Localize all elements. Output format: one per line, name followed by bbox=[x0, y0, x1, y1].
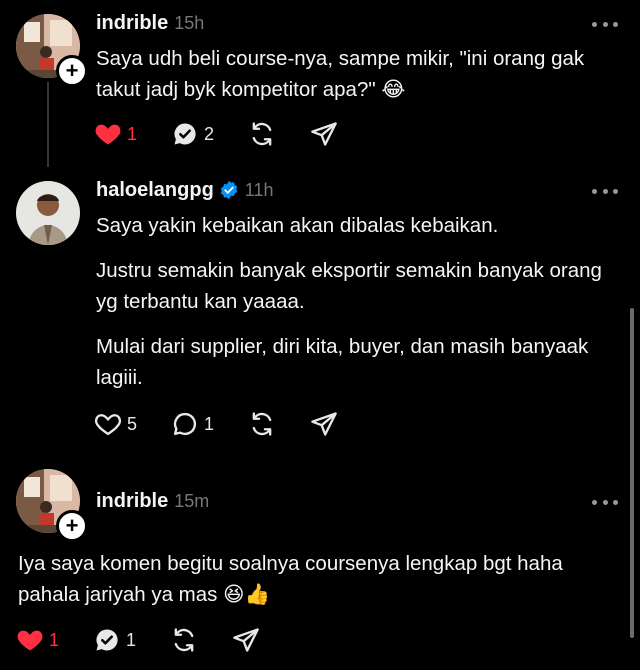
repost-icon bbox=[174, 628, 194, 652]
share-icon bbox=[311, 412, 337, 436]
username[interactable]: indrible bbox=[96, 12, 168, 35]
like-button[interactable]: 5 bbox=[94, 410, 137, 438]
action-bar: 5 1 bbox=[94, 409, 372, 439]
like-count: 1 bbox=[127, 123, 138, 144]
post-3: + indrible 15m Iya saya komen begitu soa… bbox=[0, 455, 640, 670]
username[interactable]: haloelangpg bbox=[96, 179, 214, 202]
share-button[interactable] bbox=[310, 120, 338, 148]
post-paragraph: Iya saya komen begitu soalnya coursenya … bbox=[18, 552, 563, 606]
share-button[interactable] bbox=[232, 626, 260, 654]
follow-plus-icon[interactable]: + bbox=[56, 55, 88, 87]
like-count: 1 bbox=[49, 629, 60, 650]
share-icon bbox=[233, 628, 259, 652]
verified-icon bbox=[219, 180, 239, 200]
like-count: 5 bbox=[127, 413, 138, 434]
reply-button[interactable]: 1 bbox=[93, 626, 136, 654]
post-header: haloelangpg 11h bbox=[96, 175, 274, 205]
repost-icon bbox=[252, 412, 272, 436]
repost-button[interactable] bbox=[248, 120, 276, 148]
post-text: Saya yakin kebaikan akan dibalas kebaika… bbox=[96, 210, 616, 393]
follow-plus-icon[interactable]: + bbox=[56, 510, 88, 542]
comment-icon bbox=[96, 629, 118, 651]
reply-count: 2 bbox=[204, 123, 215, 144]
like-button[interactable]: 1 bbox=[94, 120, 137, 148]
post-paragraph: Justru semakin banyak eksportir semakin … bbox=[96, 259, 602, 313]
post-2: haloelangpg 11h Saya yakin kebaikan akan… bbox=[0, 165, 640, 455]
reply-button[interactable]: 1 bbox=[171, 410, 214, 438]
timestamp: 15m bbox=[174, 490, 210, 511]
repost-button[interactable] bbox=[248, 410, 276, 438]
timestamp: 15h bbox=[174, 12, 205, 33]
heart-icon bbox=[95, 124, 121, 145]
comment-icon bbox=[173, 412, 197, 436]
reply-count: 1 bbox=[126, 629, 137, 650]
post-paragraph: Saya udh beli course-nya, sampe mikir, "… bbox=[96, 47, 585, 101]
more-icon[interactable] bbox=[592, 492, 618, 512]
heart-icon bbox=[17, 630, 43, 651]
more-icon[interactable] bbox=[592, 14, 618, 34]
timestamp: 11h bbox=[244, 179, 274, 200]
thread-line bbox=[47, 82, 49, 167]
post-text: Iya saya komen begitu soalnya coursenya … bbox=[18, 548, 628, 610]
comment-icon bbox=[174, 123, 196, 145]
heart-icon bbox=[94, 414, 122, 436]
reply-count: 1 bbox=[204, 413, 215, 434]
share-icon bbox=[311, 122, 337, 146]
avatar[interactable] bbox=[16, 181, 80, 245]
post-1: + indrible 15h Saya udh beli course-nya,… bbox=[0, 0, 640, 167]
post-paragraph: Mulai dari supplier, diri kita, buyer, d… bbox=[96, 335, 589, 389]
action-bar: 1 2 bbox=[94, 119, 372, 149]
like-button[interactable]: 1 bbox=[16, 626, 59, 654]
post-header: indrible 15h bbox=[96, 8, 204, 38]
username[interactable]: indrible bbox=[96, 490, 168, 513]
action-bar: 1 1 bbox=[16, 625, 294, 655]
reply-button[interactable]: 2 bbox=[171, 120, 214, 148]
post-header: indrible 15m bbox=[96, 486, 209, 516]
share-button[interactable] bbox=[310, 410, 338, 438]
scrollbar[interactable] bbox=[630, 308, 634, 638]
repost-icon bbox=[252, 122, 272, 146]
post-paragraph: Saya yakin kebaikan akan dibalas kebaika… bbox=[96, 214, 499, 237]
post-text: Saya udh beli course-nya, sampe mikir, "… bbox=[96, 43, 616, 105]
more-icon[interactable] bbox=[592, 181, 618, 201]
repost-button[interactable] bbox=[170, 626, 198, 654]
